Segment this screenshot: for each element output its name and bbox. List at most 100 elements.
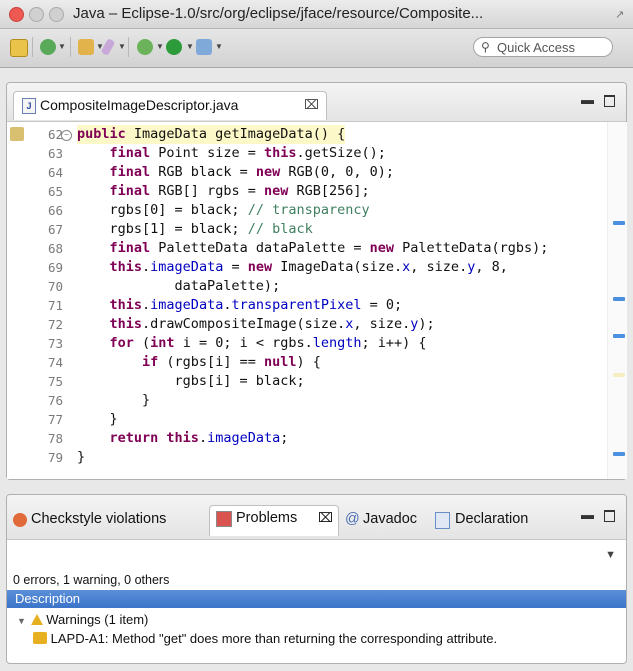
- tab-javadoc[interactable]: @ Javadoc: [345, 507, 429, 537]
- search-icon: ⚲: [481, 40, 490, 54]
- maximize-icon[interactable]: [604, 510, 615, 522]
- line-number: 68: [47, 241, 63, 256]
- code-line[interactable]: public ImageData getImageData() {: [77, 125, 346, 144]
- close-window-button[interactable]: [9, 7, 24, 22]
- editor-tab-bar: J CompositeImageDescriptor.java ⌧ ▬: [7, 83, 626, 122]
- code-token: transparentPixel: [231, 297, 362, 313]
- toolbar-separator: [32, 37, 33, 57]
- minimize-icon[interactable]: ▬: [581, 507, 594, 522]
- overview-marker[interactable]: [613, 334, 625, 338]
- line-number: 74: [47, 355, 63, 370]
- code-line[interactable]: if (rgbs[i] == null) {: [77, 353, 321, 372]
- code-line[interactable]: rgbs[0] = black; // transparency: [77, 201, 370, 220]
- fold-collapse-icon[interactable]: −: [61, 130, 72, 141]
- code-line[interactable]: final RGB[] rgbs = new RGB[256];: [77, 182, 370, 201]
- toolbar-separator: [70, 37, 71, 57]
- code-token: public: [77, 126, 134, 142]
- chevron-down-icon[interactable]: ▼: [186, 42, 194, 51]
- fullscreen-icon[interactable]: ↗: [615, 8, 627, 21]
- code-line[interactable]: dataPalette);: [77, 277, 281, 296]
- code-token: =: [223, 259, 248, 275]
- chevron-down-icon[interactable]: ▼: [156, 42, 164, 51]
- code-token: .: [198, 430, 208, 446]
- maximize-icon[interactable]: [604, 95, 615, 107]
- code-line[interactable]: this.drawCompositeImage(size.x, size.y);: [77, 315, 435, 334]
- line-number: 78: [47, 431, 63, 446]
- code-line[interactable]: return this.imageData;: [77, 429, 289, 448]
- zoom-window-button[interactable]: [49, 7, 64, 22]
- debug-bug-icon[interactable]: [137, 39, 153, 55]
- code-line[interactable]: this.imageData = new ImageData(size.x, s…: [77, 258, 508, 277]
- code-line[interactable]: }: [77, 448, 85, 467]
- code-token: ; i++) {: [361, 335, 427, 351]
- code-token: this: [109, 297, 143, 313]
- code-line[interactable]: for (int i = 0; i < rgbs.length; i++) {: [77, 334, 427, 353]
- tab-composite-image-descriptor[interactable]: J CompositeImageDescriptor.java ⌧: [13, 91, 327, 120]
- open-folder-icon[interactable]: [78, 39, 94, 55]
- chevron-down-icon[interactable]: ▼: [118, 42, 126, 51]
- tab-problems[interactable]: Problems ⌧: [209, 505, 339, 536]
- code-token: rgbs[1] = black;: [77, 221, 248, 237]
- new-icon[interactable]: [10, 39, 28, 57]
- expand-triangle-icon[interactable]: ▼: [17, 616, 27, 626]
- editor-tab-label: CompositeImageDescriptor.java: [40, 97, 239, 113]
- code-token: .drawCompositeImage(size.: [142, 316, 346, 332]
- close-tab-icon[interactable]: ⌧: [318, 510, 333, 526]
- code-line[interactable]: rgbs[1] = black; // black: [77, 220, 313, 239]
- quick-access-field[interactable]: ⚲ Quick Access: [473, 37, 613, 57]
- minimize-window-button[interactable]: [29, 7, 44, 22]
- chevron-down-icon[interactable]: ▼: [58, 42, 66, 51]
- pencil-icon[interactable]: [100, 38, 116, 56]
- line-number: 76: [47, 393, 63, 408]
- view-menu-icon[interactable]: ▼: [605, 549, 616, 561]
- code-token: imageData: [150, 297, 224, 313]
- code-token: // black: [247, 221, 313, 237]
- overview-marker[interactable]: [613, 297, 625, 301]
- description-column-header[interactable]: Description: [7, 590, 626, 608]
- bottom-views-panel: Checkstyle violations Problems ⌧ @ Javad…: [6, 494, 627, 664]
- code-token: = 0;: [361, 297, 403, 313]
- code-token: this: [109, 259, 143, 275]
- code-line[interactable]: final RGB black = new RGB(0, 0, 0);: [77, 163, 395, 182]
- code-token: (: [142, 335, 151, 351]
- code-token: new: [247, 259, 281, 275]
- code-line[interactable]: }: [77, 410, 118, 429]
- warning-marker-icon[interactable]: [10, 127, 24, 141]
- code-token: final: [109, 183, 159, 199]
- line-number: 77: [47, 412, 63, 427]
- code-line[interactable]: rgbs[i] = black;: [77, 372, 305, 391]
- code-line[interactable]: final Point size = this.getSize();: [77, 144, 386, 163]
- code-line[interactable]: this.imageData.transparentPixel = 0;: [77, 296, 403, 315]
- warnings-group-row[interactable]: ▼ Warnings (1 item): [17, 612, 148, 630]
- external-tools-icon[interactable]: [196, 39, 212, 55]
- code-line[interactable]: final PaletteData dataPalette = new Pale…: [77, 239, 549, 258]
- minimize-icon[interactable]: ▬: [581, 92, 594, 107]
- warnings-group-label: Warnings (1 item): [46, 612, 149, 627]
- overview-marker[interactable]: [613, 452, 625, 456]
- tab-label: Javadoc: [363, 511, 418, 527]
- quick-access-placeholder: Quick Access: [497, 40, 576, 55]
- code-token: this: [166, 430, 199, 446]
- code-token: , size.: [353, 316, 411, 332]
- overview-marker[interactable]: [613, 221, 625, 225]
- code-token: new: [263, 183, 297, 199]
- lapd-warning-icon: [33, 632, 47, 644]
- editor-panel: J CompositeImageDescriptor.java ⌧ ▬ 62 pu…: [6, 82, 627, 480]
- tab-checkstyle-violations[interactable]: Checkstyle violations: [11, 507, 211, 537]
- declaration-icon: [435, 512, 450, 529]
- overview-ruler[interactable]: [607, 122, 627, 479]
- warning-row[interactable]: LAPD-A1: Method "get" does more than ret…: [33, 631, 497, 649]
- run-icon[interactable]: [166, 39, 182, 55]
- chevron-down-icon[interactable]: ▼: [215, 42, 223, 51]
- code-token: dataPalette);: [77, 278, 281, 294]
- overview-marker[interactable]: [613, 373, 625, 377]
- code-line[interactable]: }: [77, 391, 150, 410]
- code-area[interactable]: 62 public ImageData getImageData() {63 fi…: [7, 122, 627, 479]
- close-tab-icon[interactable]: ⌧: [304, 97, 319, 113]
- line-number: 63: [47, 146, 63, 161]
- new-java-class-icon[interactable]: [40, 39, 56, 55]
- tab-declaration[interactable]: Declaration: [433, 507, 563, 537]
